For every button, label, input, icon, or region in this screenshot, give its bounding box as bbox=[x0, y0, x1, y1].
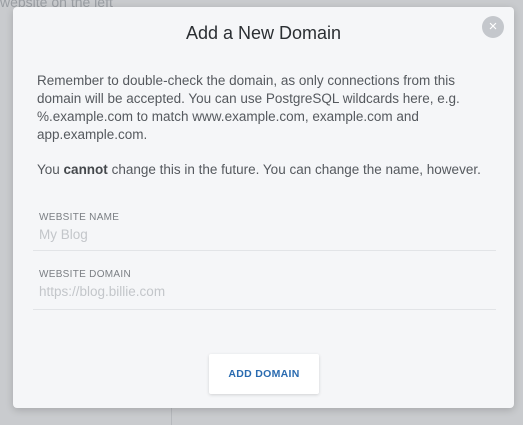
add-domain-modal: Add a New Domain × Remember to double-ch… bbox=[13, 7, 514, 408]
close-icon[interactable]: × bbox=[482, 16, 504, 38]
instructions-text: Remember to double-check the domain, as … bbox=[37, 73, 460, 142]
add-domain-button[interactable]: ADD DOMAIN bbox=[209, 354, 319, 394]
website-name-input[interactable] bbox=[39, 227, 479, 242]
website-domain-field: WEBSITE DOMAIN bbox=[33, 261, 496, 310]
modal-title: Add a New Domain bbox=[185, 23, 342, 43]
background-divider bbox=[171, 405, 172, 425]
warning-text-end: change this in the future. You can chang… bbox=[107, 162, 481, 177]
warning-text: You cannot change this in the future. Yo… bbox=[37, 161, 485, 179]
warning-emphasis: cannot bbox=[63, 162, 108, 177]
website-domain-label: WEBSITE DOMAIN bbox=[39, 269, 131, 280]
website-name-field: WEBSITE NAME bbox=[33, 204, 496, 251]
website-domain-input[interactable] bbox=[39, 284, 479, 299]
website-name-label: WEBSITE NAME bbox=[39, 212, 120, 223]
warning-text-start: You bbox=[37, 162, 64, 177]
